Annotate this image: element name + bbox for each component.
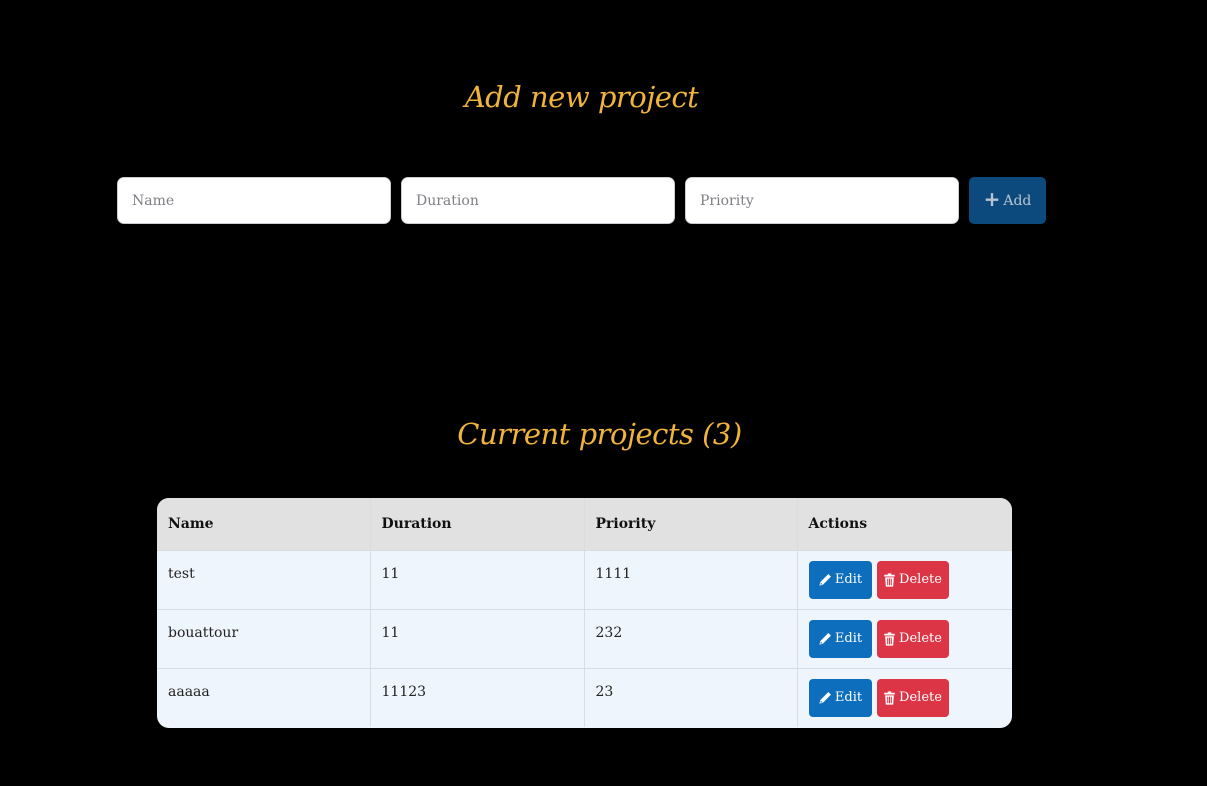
header-actions: Actions	[797, 498, 1012, 551]
delete-button-label: Delete	[899, 690, 942, 705]
delete-button[interactable]: Delete	[876, 678, 949, 717]
edit-button[interactable]: Edit	[808, 560, 872, 599]
pencil-icon	[818, 691, 832, 705]
delete-button-label: Delete	[899, 572, 942, 587]
pencil-icon	[818, 573, 832, 587]
cell-name: aaaaa	[157, 668, 371, 727]
add-button[interactable]: + Add	[969, 177, 1046, 224]
cell-priority: 232	[584, 609, 798, 669]
table-row: aaaaa 11123 23 Edit Delete	[157, 668, 1012, 727]
cell-name: bouattour	[157, 609, 371, 669]
priority-input[interactable]	[685, 177, 959, 224]
table-header-row: Name Duration Priority Actions	[157, 498, 1012, 551]
cell-duration: 11123	[370, 668, 585, 727]
edit-button[interactable]: Edit	[808, 678, 872, 717]
cell-duration: 11	[370, 609, 585, 669]
edit-button[interactable]: Edit	[808, 619, 872, 658]
duration-input[interactable]	[401, 177, 675, 224]
cell-name: test	[157, 550, 371, 610]
table-row: test 11 1111 Edit Delete	[157, 550, 1012, 610]
header-priority: Priority	[584, 498, 798, 551]
delete-button[interactable]: Delete	[876, 619, 949, 658]
cell-priority: 23	[584, 668, 798, 727]
name-input[interactable]	[117, 177, 391, 224]
projects-table: Name Duration Priority Actions test 11 1…	[157, 498, 1012, 728]
cell-duration: 11	[370, 550, 585, 610]
add-button-label: Add	[1003, 192, 1032, 209]
delete-button-label: Delete	[899, 631, 942, 646]
edit-button-label: Edit	[834, 631, 863, 646]
header-duration: Duration	[370, 498, 585, 551]
trash-icon	[883, 572, 896, 587]
trash-icon	[883, 631, 896, 646]
cell-actions: Edit Delete	[797, 668, 1012, 727]
delete-button[interactable]: Delete	[876, 560, 949, 599]
plus-icon: +	[983, 187, 1001, 211]
cell-priority: 1111	[584, 550, 798, 610]
edit-button-label: Edit	[834, 572, 863, 587]
current-projects-title: Current projects (3)	[457, 417, 742, 451]
trash-icon	[883, 690, 896, 705]
cell-actions: Edit Delete	[797, 609, 1012, 669]
table-row: bouattour 11 232 Edit Delete	[157, 609, 1012, 669]
edit-button-label: Edit	[834, 690, 863, 705]
header-name: Name	[157, 498, 371, 551]
add-project-title: Add new project	[464, 80, 699, 114]
pencil-icon	[818, 632, 832, 646]
cell-actions: Edit Delete	[797, 550, 1012, 610]
